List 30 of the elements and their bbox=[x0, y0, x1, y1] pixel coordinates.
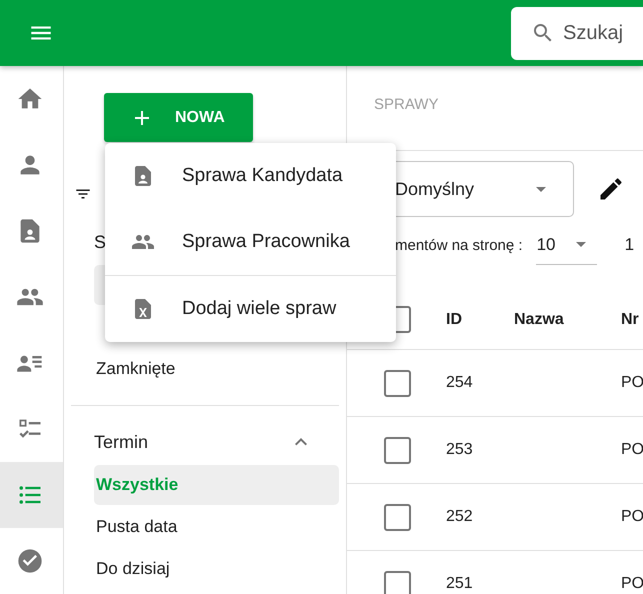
column-header[interactable]: ID bbox=[446, 310, 514, 328]
menu-item[interactable]: Dodaj wiele spraw bbox=[105, 276, 396, 342]
page-range: 1 bbox=[624, 235, 634, 255]
breadcrumb: SPRAWY bbox=[374, 96, 438, 113]
checkbox[interactable] bbox=[384, 370, 411, 396]
column-header[interactable]: Nr bbox=[621, 310, 639, 328]
table-cell: PO bbox=[621, 575, 643, 593]
group-title: Termin bbox=[94, 432, 148, 452]
table-cell-text: 254 bbox=[446, 374, 474, 392]
table-cell-text: 252 bbox=[446, 508, 474, 526]
dropdown-caret-icon bbox=[536, 186, 546, 192]
checkbox[interactable] bbox=[384, 436, 411, 464]
filter-option[interactable]: Pusta data bbox=[94, 507, 339, 547]
table-cell: PO bbox=[621, 508, 643, 526]
column-header[interactable]: Nazwa bbox=[514, 310, 621, 328]
table-cell: PO bbox=[621, 374, 643, 392]
page-size-select[interactable]: 10 bbox=[536, 225, 597, 265]
search-input[interactable]: Szukaj bbox=[563, 22, 627, 44]
rail-item[interactable] bbox=[0, 462, 63, 528]
table-cell-text: 251 bbox=[446, 575, 474, 593]
checkbox[interactable] bbox=[384, 570, 411, 594]
dropdown-caret-icon bbox=[576, 242, 586, 247]
table-cell: PO bbox=[621, 441, 643, 459]
filter-option[interactable]: Do dzisiaj bbox=[94, 549, 339, 589]
check-circle-icon[interactable] bbox=[16, 547, 44, 575]
page-size-label: mentów na stronę : bbox=[395, 236, 523, 254]
checkbox[interactable] bbox=[384, 504, 411, 530]
group-title: S bbox=[94, 232, 106, 252]
filter-option[interactable]: Zamknięte bbox=[94, 349, 339, 389]
table-cell-text: 253 bbox=[446, 441, 474, 459]
